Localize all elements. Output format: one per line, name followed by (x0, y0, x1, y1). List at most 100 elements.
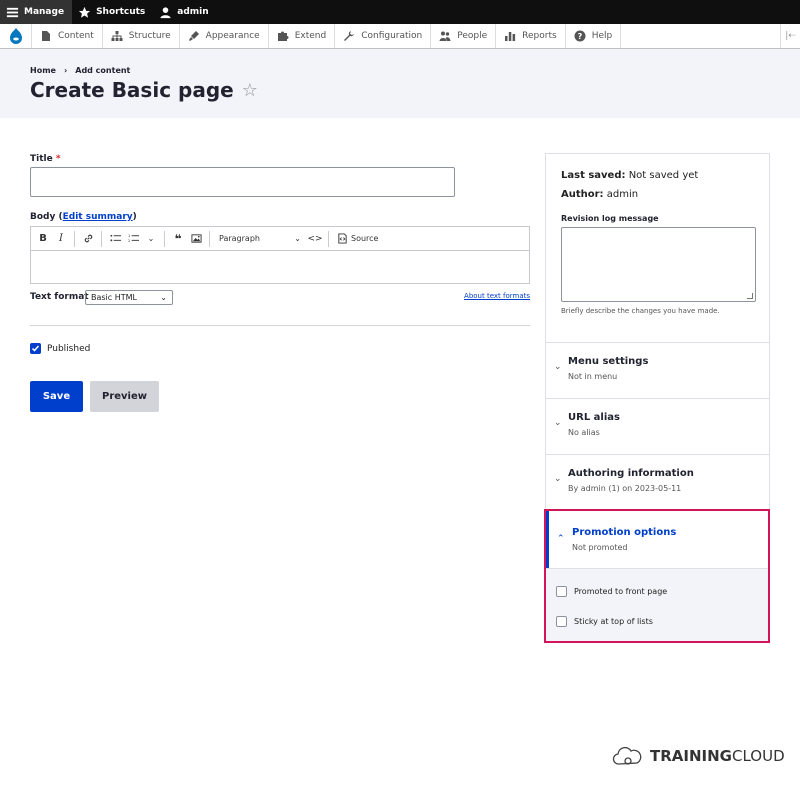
text-format-select[interactable]: Basic HTML ⌄ (85, 290, 173, 305)
heading-dropdown-value: Paragraph (219, 234, 260, 243)
insert-image-button[interactable] (188, 230, 204, 248)
breadcrumb-home[interactable]: Home (30, 66, 56, 75)
edit-summary-link[interactable]: Edit summary (63, 212, 133, 222)
menu-settings-section[interactable]: ⌄ Menu settings Not in menu (546, 342, 769, 398)
brush-icon (188, 31, 199, 41)
url-alias-title: URL alias (568, 412, 620, 423)
brand-text-bold: TRAINING (650, 747, 732, 765)
authoring-information-section[interactable]: ⌄ Authoring information By admin (1) on … (546, 454, 769, 510)
chevron-down-icon: ⌄ (294, 234, 301, 243)
published-label: Published (47, 344, 91, 354)
admin-toolbar: Manage Shortcuts admin (0, 0, 800, 24)
promotion-options-header[interactable]: ⌃ Promotion options Not promoted (546, 511, 768, 568)
menu-item-appearance[interactable]: Appearance (180, 24, 269, 48)
menu-item-label: Configuration (361, 31, 423, 41)
svg-text:?: ? (577, 32, 582, 41)
toolbar-separator (164, 230, 165, 247)
promotion-options-section: ⌃ Promotion options Not promoted Promote… (544, 509, 770, 643)
body-label-text: Body ( (30, 212, 63, 222)
published-checkbox[interactable] (30, 343, 41, 354)
author-value: admin (606, 189, 639, 200)
italic-icon: I (59, 233, 63, 244)
document-icon (42, 31, 50, 41)
user-icon (160, 6, 171, 18)
breadcrumb-separator: › (63, 66, 68, 75)
quote-icon: ❝ (174, 231, 182, 246)
menu-item-reports[interactable]: Reports (496, 24, 566, 48)
source-label: Source (351, 234, 379, 243)
menu-item-structure[interactable]: Structure (103, 24, 180, 48)
brand-text-light: CLOUD (731, 747, 785, 765)
text-format-value: Basic HTML (91, 293, 137, 302)
breadcrumb: Home › Add content (30, 66, 130, 75)
source-button[interactable]: Source (334, 230, 381, 248)
heading-dropdown[interactable]: Paragraph ⌄ (215, 230, 305, 248)
user-tab[interactable]: admin (153, 0, 216, 24)
italic-button[interactable]: I (53, 230, 69, 248)
numbered-list-icon: 12 (128, 234, 139, 243)
cloud-icon (612, 746, 642, 765)
link-button[interactable] (80, 230, 96, 248)
revision-log-textarea[interactable] (561, 227, 756, 302)
manage-tab[interactable]: Manage (0, 0, 73, 24)
collapse-menu-toggle[interactable]: |⇠ (780, 24, 800, 48)
list-options-button[interactable]: ⌄ (143, 230, 159, 248)
favorite-star-icon[interactable]: ☆ (242, 80, 258, 101)
menu-item-label: Reports (522, 31, 557, 41)
toolbar-separator (328, 230, 329, 247)
menu-item-help[interactable]: ? Help (566, 24, 622, 48)
resize-handle-icon[interactable] (747, 293, 753, 299)
menu-item-configuration[interactable]: Configuration (335, 24, 432, 48)
shortcuts-tab[interactable]: Shortcuts (72, 0, 153, 24)
sticky-label: Sticky at top of lists (574, 617, 653, 626)
menu-item-content[interactable]: Content (32, 24, 103, 48)
menu-item-label: People (457, 31, 488, 41)
revision-log-label: Revision log message (561, 214, 659, 223)
title-label: Title * (30, 154, 61, 164)
drupal-drop-icon (9, 28, 22, 44)
svg-text:2: 2 (128, 239, 130, 243)
menu-item-label: Structure (128, 31, 171, 41)
numbered-list-button[interactable]: 12 (125, 230, 141, 248)
svg-text:1: 1 (128, 234, 130, 238)
url-alias-section[interactable]: ⌄ URL alias No alias (546, 398, 769, 454)
divider (30, 325, 530, 326)
page-header: Home › Add content Create Basic page ☆ (0, 49, 800, 118)
collapse-icon: |⇠ (785, 31, 796, 41)
bulleted-list-button[interactable] (107, 230, 123, 248)
chevron-down-icon: ⌄ (554, 418, 562, 428)
promotion-options-title: Promotion options (572, 527, 677, 538)
menu-settings-title: Menu settings (568, 356, 649, 367)
menu-item-people[interactable]: People (431, 24, 497, 48)
code-button[interactable]: <> (307, 230, 323, 248)
last-saved-label: Last saved: (561, 170, 626, 181)
drupal-logo[interactable] (0, 24, 32, 48)
about-text-formats-link[interactable]: About text formats (464, 292, 530, 300)
star-icon (78, 6, 91, 18)
toolbar-separator (101, 230, 102, 247)
user-label: admin (177, 7, 209, 17)
authoring-information-title: Authoring information (568, 468, 694, 479)
preview-button[interactable]: Preview (90, 381, 159, 412)
title-input[interactable] (30, 167, 455, 197)
last-saved: Last saved: Not saved yet (561, 170, 754, 181)
chevron-down-icon: ⌄ (147, 234, 155, 243)
brand-text: TRAININGCLOUD (650, 747, 785, 765)
wrench-icon (344, 31, 355, 41)
image-icon (190, 234, 202, 243)
sticky-checkbox[interactable] (556, 616, 567, 627)
bulleted-list-icon (109, 234, 121, 242)
bold-button[interactable]: B (35, 230, 51, 248)
author-label: Author: (561, 189, 604, 200)
breadcrumb-add-content[interactable]: Add content (75, 66, 130, 75)
title-label-text: Title (30, 154, 53, 164)
editor-toolbar: B I 12 ⌄ ❝ Paragraph ⌄ <> Source (31, 227, 529, 251)
body-label: Body (Edit summary) (30, 212, 137, 222)
save-button[interactable]: Save (30, 381, 83, 412)
chevron-down-icon: ⌄ (160, 293, 167, 302)
editor-content-area[interactable] (31, 251, 529, 284)
blockquote-button[interactable]: ❝ (170, 230, 186, 248)
revision-log-description: Briefly describe the changes you have ma… (561, 307, 720, 315)
menu-item-extend[interactable]: Extend (269, 24, 336, 48)
promoted-checkbox[interactable] (556, 586, 567, 597)
